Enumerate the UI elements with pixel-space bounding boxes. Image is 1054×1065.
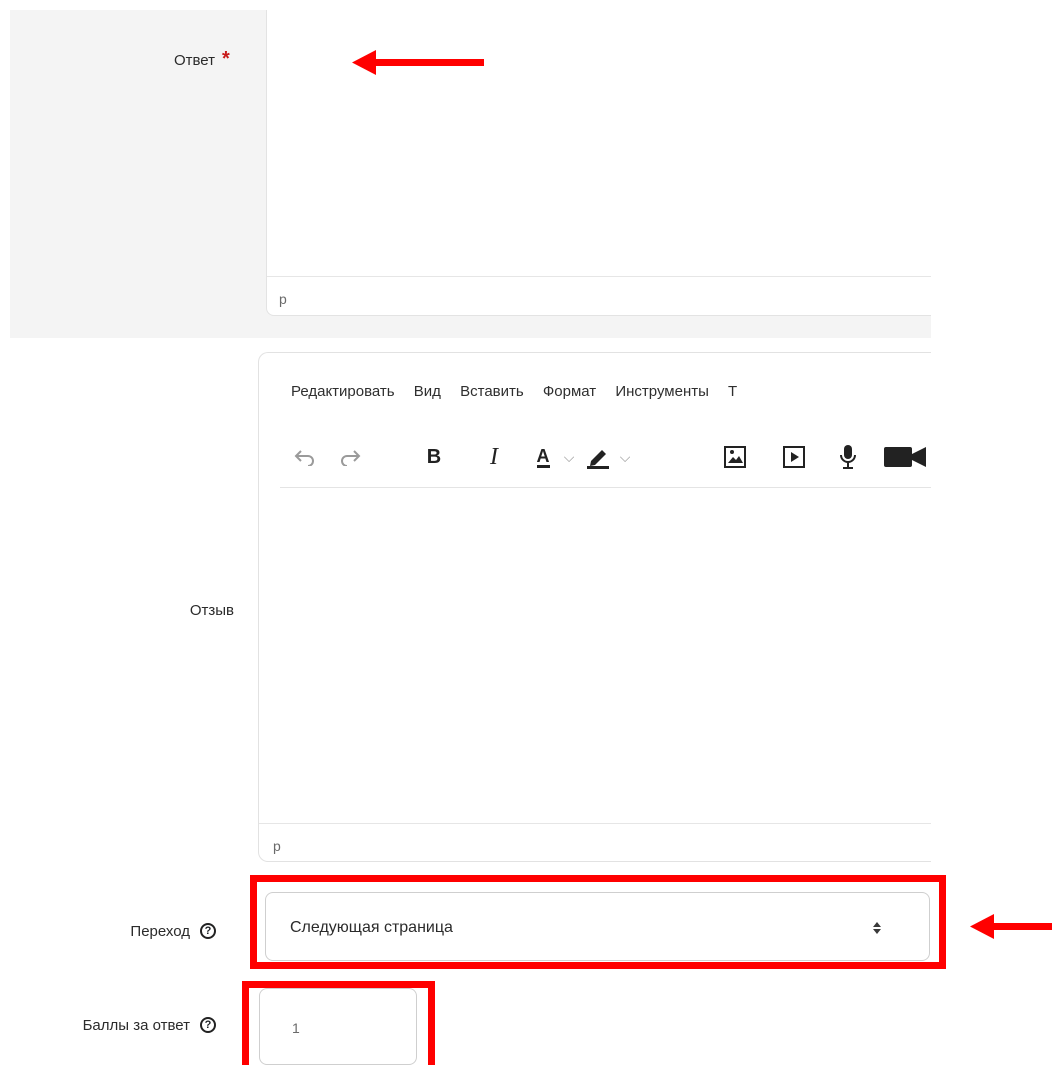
arrow-left-icon	[970, 914, 1052, 939]
annotation-highlight-box	[250, 875, 946, 969]
arrow-left-icon	[352, 50, 484, 75]
editor-menubar: Редактировать Вид Вставить Формат Инстру…	[291, 383, 931, 407]
answer-statusbar-divider	[267, 276, 931, 277]
redo-button[interactable]	[335, 437, 365, 477]
menu-tools[interactable]: Инструменты	[615, 383, 709, 400]
feedback-statusbar-divider	[259, 823, 931, 824]
undo-icon	[294, 450, 314, 466]
answer-statusbar-path[interactable]: p	[279, 291, 287, 307]
help-icon[interactable]: ?	[200, 1017, 216, 1033]
highlighter-icon	[587, 450, 609, 469]
media-button[interactable]	[779, 437, 809, 477]
image-icon	[724, 446, 746, 468]
annotation-highlight-box	[242, 981, 435, 1065]
menu-view[interactable]: Вид	[414, 383, 441, 400]
microphone-icon	[840, 445, 856, 469]
text-color-button[interactable]: A	[528, 437, 558, 477]
media-icon	[783, 446, 805, 468]
jump-label: Переход	[130, 923, 190, 940]
feedback-statusbar-path[interactable]: p	[273, 838, 281, 854]
italic-button[interactable]: I	[480, 437, 508, 477]
required-mark: *	[222, 48, 230, 70]
help-icon[interactable]: ?	[200, 923, 216, 939]
score-label: Баллы за ответ	[82, 1017, 190, 1034]
feedback-editor[interactable]	[258, 352, 931, 862]
bold-button[interactable]: B	[420, 437, 448, 477]
menu-format[interactable]: Формат	[543, 383, 596, 400]
chevron-down-icon[interactable]: ⌵	[616, 437, 634, 477]
menu-insert[interactable]: Вставить	[460, 383, 524, 400]
feedback-label: Отзыв	[189, 602, 234, 619]
image-button[interactable]	[720, 437, 750, 477]
menu-edit[interactable]: Редактировать	[291, 383, 395, 400]
answer-label: Ответ	[173, 52, 215, 69]
record-video-button[interactable]	[882, 437, 926, 477]
text-color-label: A	[536, 445, 550, 468]
editor-toolbar: B I A ⌵ ⌵	[280, 437, 931, 477]
undo-button[interactable]	[290, 437, 320, 477]
redo-icon	[341, 450, 361, 466]
menu-table[interactable]: Т	[728, 383, 737, 400]
video-camera-icon	[884, 447, 926, 467]
record-audio-button[interactable]	[835, 437, 861, 477]
toolbar-divider	[280, 487, 931, 488]
chevron-down-icon[interactable]: ⌵	[560, 437, 578, 477]
highlight-button[interactable]	[582, 437, 614, 477]
